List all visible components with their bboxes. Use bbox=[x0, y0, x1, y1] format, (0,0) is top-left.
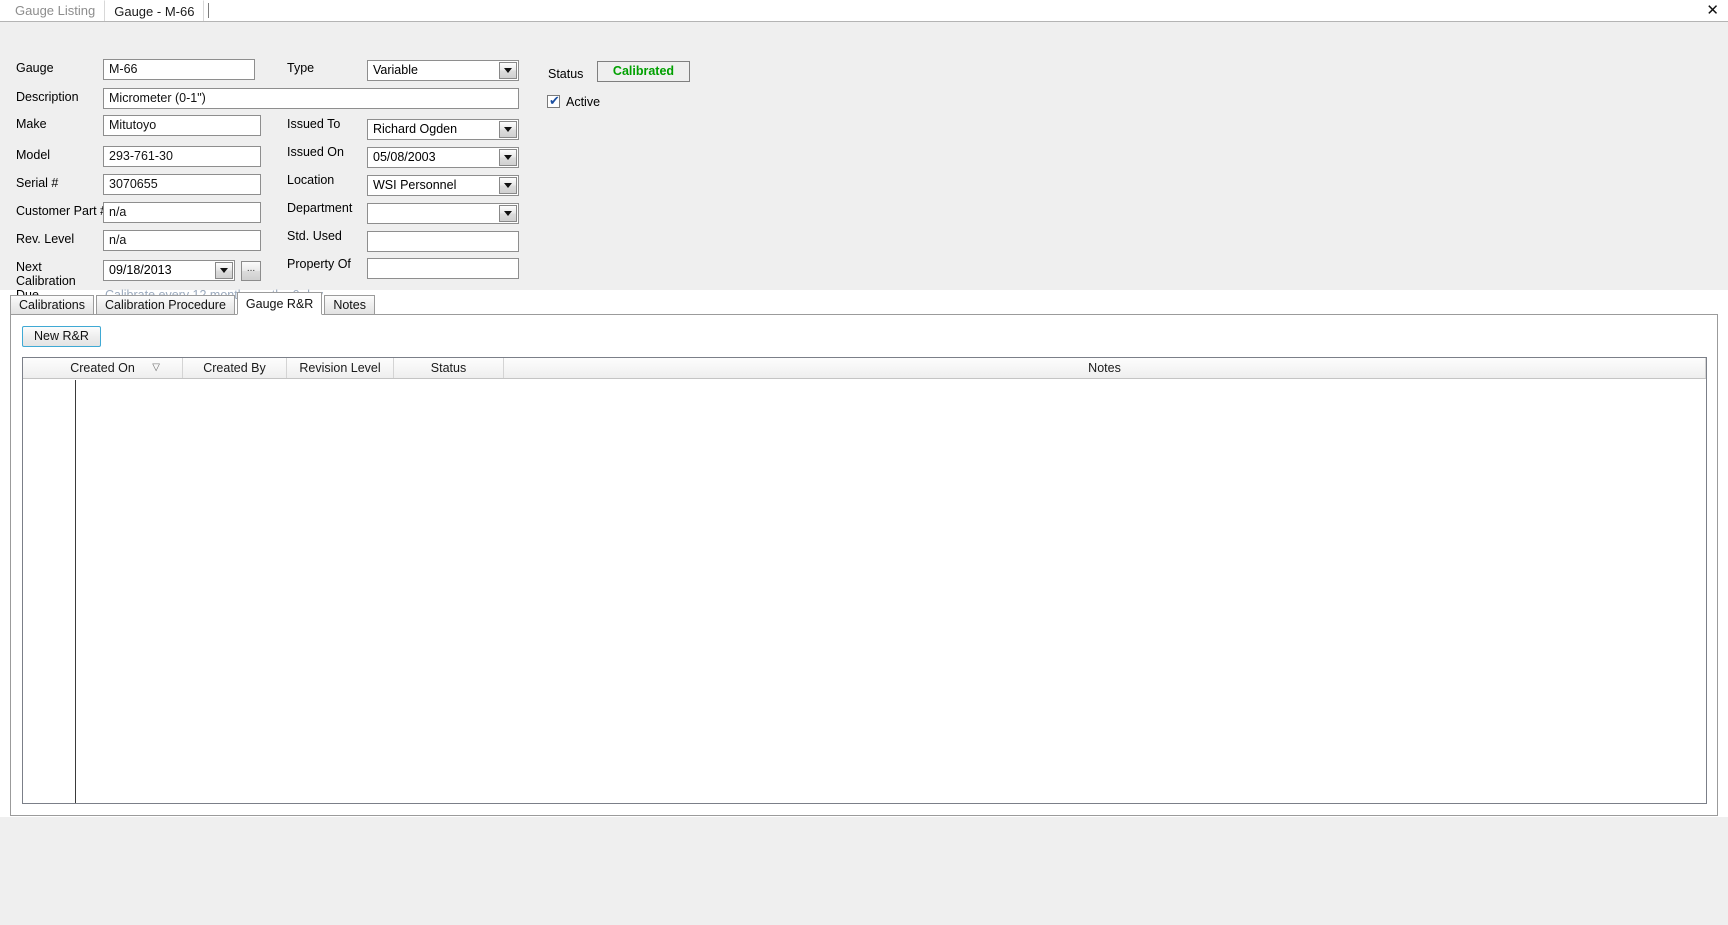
label-model: Model bbox=[16, 148, 51, 162]
label-description: Description bbox=[16, 90, 79, 104]
label-type: Type bbox=[287, 61, 315, 75]
chevron-down-icon[interactable] bbox=[215, 262, 233, 279]
property-of-input[interactable] bbox=[367, 258, 519, 279]
chevron-down-icon[interactable] bbox=[499, 121, 517, 138]
type-dropdown[interactable]: Variable bbox=[367, 60, 519, 81]
label-next-calibration-due-line2: Calibration bbox=[16, 274, 76, 288]
document-tab-strip: Gauge Listing Gauge - M-66 ✕ bbox=[0, 0, 1728, 22]
gauge-detail-form: Gauge Description Make Model Serial # Cu… bbox=[0, 22, 1728, 302]
section-tab-bar: Calibrations Calibration Procedure Gauge… bbox=[10, 292, 377, 315]
issued-on-datepicker[interactable]: 05/08/2003 bbox=[367, 147, 519, 168]
close-icon[interactable]: ✕ bbox=[1706, 1, 1719, 19]
label-issued-to: Issued To bbox=[287, 117, 341, 131]
customer-part-input[interactable]: n/a bbox=[103, 202, 261, 223]
label-make: Make bbox=[16, 117, 47, 131]
active-checkbox[interactable]: ✔ bbox=[547, 93, 560, 108]
status-badge: Calibrated bbox=[597, 61, 690, 82]
label-status: Status bbox=[548, 67, 584, 81]
label-property-of: Property Of bbox=[287, 257, 351, 271]
label-std-used: Std. Used bbox=[287, 229, 342, 243]
column-header-created-on-label: Created On bbox=[70, 361, 135, 375]
issued-on-value: 05/08/2003 bbox=[373, 150, 436, 164]
tab-caret bbox=[208, 3, 210, 18]
issued-to-dropdown[interactable]: Richard Ogden bbox=[367, 119, 519, 140]
column-header-status[interactable]: Status bbox=[394, 358, 504, 378]
description-input[interactable]: Micrometer (0-1") bbox=[103, 88, 519, 109]
new-rr-button[interactable]: New R&R bbox=[22, 326, 101, 347]
chevron-down-icon[interactable] bbox=[499, 149, 517, 166]
label-rev-level: Rev. Level bbox=[16, 232, 75, 246]
type-value: Variable bbox=[373, 63, 418, 77]
label-next-calibration-due-line1: Next bbox=[16, 260, 42, 274]
rr-grid: Created On ▽ Created By Revision Level S… bbox=[22, 357, 1707, 804]
chevron-down-icon[interactable] bbox=[499, 177, 517, 194]
label-gauge: Gauge bbox=[16, 61, 54, 75]
grid-row-indicator-divider bbox=[75, 380, 76, 803]
rr-grid-header: Created On ▽ Created By Revision Level S… bbox=[23, 358, 1706, 379]
std-used-input[interactable] bbox=[367, 231, 519, 252]
label-serial-number: Serial # bbox=[16, 176, 59, 190]
label-location: Location bbox=[287, 173, 335, 187]
gauge-input[interactable]: M-66 bbox=[103, 59, 255, 80]
document-tab-gauge-listing[interactable]: Gauge Listing bbox=[6, 0, 104, 21]
tab-notes[interactable]: Notes bbox=[324, 295, 375, 315]
sort-descending-icon: ▽ bbox=[152, 362, 160, 373]
tab-gauge-rr[interactable]: Gauge R&R bbox=[236, 292, 323, 315]
label-active: Active bbox=[566, 95, 601, 109]
department-dropdown[interactable] bbox=[367, 203, 519, 224]
next-calibration-ellipsis-button[interactable]: ... bbox=[241, 261, 261, 281]
make-input[interactable]: Mitutoyo bbox=[103, 115, 261, 136]
bottom-filler bbox=[0, 817, 1728, 925]
document-tab-gauge-m66[interactable]: Gauge - M-66 bbox=[104, 0, 205, 21]
serial-number-input[interactable]: 3070655 bbox=[103, 174, 261, 195]
checkmark-icon: ✔ bbox=[549, 93, 560, 108]
issued-to-value: Richard Ogden bbox=[373, 122, 458, 136]
rr-grid-body bbox=[23, 379, 1706, 803]
next-calibration-due-datepicker[interactable]: 09/18/2013 bbox=[103, 260, 235, 281]
tab-calibrations[interactable]: Calibrations bbox=[10, 295, 95, 315]
column-header-created-on[interactable]: Created On ▽ bbox=[23, 358, 183, 378]
department-value bbox=[368, 204, 499, 223]
rev-level-input[interactable]: n/a bbox=[103, 230, 261, 251]
chevron-down-icon[interactable] bbox=[499, 62, 517, 79]
location-dropdown[interactable]: WSI Personnel bbox=[367, 175, 519, 196]
label-customer-part: Customer Part # bbox=[16, 204, 108, 218]
column-header-notes[interactable]: Notes bbox=[504, 358, 1706, 378]
label-issued-on: Issued On bbox=[287, 145, 344, 159]
column-header-created-by[interactable]: Created By bbox=[183, 358, 287, 378]
location-value: WSI Personnel bbox=[373, 178, 457, 192]
chevron-down-icon[interactable] bbox=[499, 205, 517, 222]
next-calibration-due-value: 09/18/2013 bbox=[109, 263, 172, 277]
column-header-revision-level[interactable]: Revision Level bbox=[287, 358, 394, 378]
label-department: Department bbox=[287, 201, 353, 215]
gauge-rr-panel: New R&R Created On ▽ Created By Revision… bbox=[10, 314, 1718, 816]
tab-calibration-procedure[interactable]: Calibration Procedure bbox=[96, 295, 235, 315]
model-input[interactable]: 293-761-30 bbox=[103, 146, 261, 167]
